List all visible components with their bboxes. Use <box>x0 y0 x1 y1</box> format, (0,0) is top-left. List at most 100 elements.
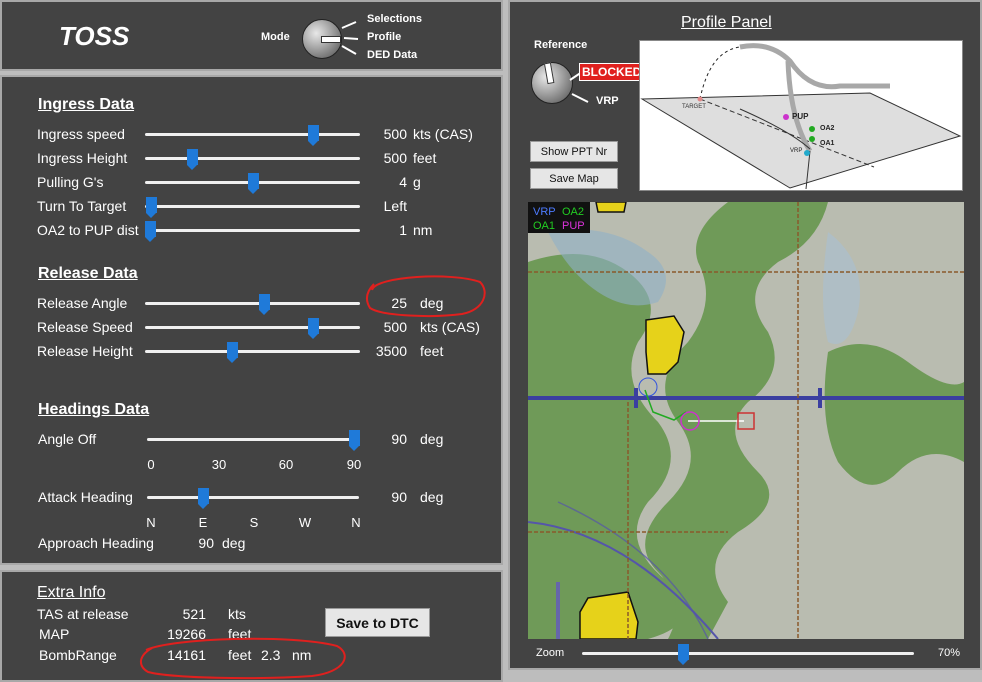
show-ppt-nr-button[interactable]: Show PPT Nr <box>530 141 618 162</box>
tas-value: 521 <box>182 606 206 622</box>
reference-label: Reference <box>534 39 588 51</box>
headings-data-heading: Headings Data <box>38 401 150 418</box>
toss-header-panel: TOSS Mode Selections Profile DED Data <box>0 0 503 71</box>
ingress-height-slider[interactable] <box>145 157 360 160</box>
attack-heading-unit: deg <box>420 489 444 505</box>
turn-to-target-label: Turn To Target <box>37 198 127 214</box>
pulling-g-label: Pulling G's <box>37 174 104 190</box>
pulling-g-unit: g <box>413 174 421 190</box>
ingress-height-thumb[interactable] <box>187 149 198 170</box>
map-legend-oa1: OA1 <box>533 220 555 232</box>
ingress-speed-label: Ingress speed <box>37 126 125 142</box>
attack-tick-s: S <box>249 515 259 530</box>
mode-option-selections[interactable]: Selections <box>367 13 422 25</box>
turn-to-target-row: Turn To Target Left <box>2 197 501 222</box>
map-legend-vrp: VRP <box>533 206 556 218</box>
tas-unit: kts <box>228 606 246 622</box>
reference-option-vrp[interactable]: VRP <box>596 95 619 107</box>
app-title: TOSS <box>59 21 130 51</box>
mode-option-profile[interactable]: Profile <box>367 31 401 43</box>
release-height-row: Release Height 3500 feet <box>2 342 501 367</box>
angle-off-tick-90: 90 <box>346 457 362 472</box>
release-speed-slider[interactable] <box>145 326 360 329</box>
pulling-g-value: 4 <box>399 174 407 190</box>
angle-off-tick-0: 0 <box>147 457 155 472</box>
approach-heading-value: 90 <box>198 535 214 551</box>
oa2-pup-thumb[interactable] <box>145 221 156 242</box>
diagram-label-oa1: OA1 <box>820 140 835 147</box>
release-data-heading: Release Data <box>38 265 138 282</box>
release-angle-thumb[interactable] <box>259 294 270 315</box>
attack-tick-n2: N <box>351 515 361 530</box>
map-legend-pup: PUP <box>562 220 585 232</box>
mode-knob[interactable] <box>302 19 342 59</box>
turn-to-target-thumb[interactable] <box>146 197 157 218</box>
release-speed-value: 500 <box>383 319 407 335</box>
ingress-data-heading: Ingress Data <box>38 96 135 113</box>
save-map-button[interactable]: Save Map <box>530 168 618 189</box>
release-height-slider[interactable] <box>145 350 360 353</box>
release-speed-row: Release Speed 500 kts (CAS) <box>2 318 501 343</box>
angle-off-tick-30: 30 <box>211 457 227 472</box>
extra-info-panel: Extra Info TAS at release 521 kts MAP 19… <box>0 570 503 682</box>
settings-panel: Ingress Data Ingress speed 500 kts (CAS)… <box>0 75 503 565</box>
zoom-thumb[interactable] <box>678 644 689 665</box>
ingress-height-value: 500 <box>383 150 407 166</box>
mode-option-ded-data[interactable]: DED Data <box>367 49 417 61</box>
angle-off-unit: deg <box>420 431 444 447</box>
release-angle-label: Release Angle <box>37 295 128 311</box>
attack-heading-label: Attack Heading <box>38 489 133 505</box>
turn-to-target-slider[interactable] <box>145 205 360 208</box>
attack-tick-n: N <box>146 515 156 530</box>
release-speed-label: Release Speed <box>37 319 133 335</box>
release-angle-slider[interactable] <box>145 302 360 305</box>
ingress-speed-unit: kts (CAS) <box>413 126 473 142</box>
oa2-pup-value: 1 <box>399 222 407 238</box>
zoom-slider[interactable] <box>582 652 914 655</box>
turn-to-target-value: Left <box>383 198 407 214</box>
diagram-label-oa2: OA2 <box>820 125 835 132</box>
angle-off-value: 90 <box>391 431 407 447</box>
ingress-speed-slider[interactable] <box>145 133 360 136</box>
profile-panel: Profile Panel Reference BLOCKED VRP Show… <box>508 0 982 670</box>
extra-info-heading: Extra Info <box>37 584 106 601</box>
map-legend-oa2: OA2 <box>562 206 584 218</box>
ingress-height-unit: feet <box>413 150 437 166</box>
angle-off-row: Angle Off 90 deg <box>2 430 501 455</box>
ingress-speed-value: 500 <box>383 126 407 142</box>
ingress-speed-row: Ingress speed 500 kts (CAS) <box>2 125 501 150</box>
zoom-label: Zoom <box>536 647 565 659</box>
release-speed-thumb[interactable] <box>308 318 319 339</box>
release-height-thumb[interactable] <box>227 342 238 363</box>
oa2-pup-row: OA2 to PUP dist 1 nm <box>2 221 501 246</box>
map-view[interactable]: VRP OA2 OA1 PUP <box>528 202 964 639</box>
approach-heading-unit: deg <box>222 535 246 551</box>
approach-heading-label: Approach Heading <box>38 535 154 551</box>
release-height-unit: feet <box>420 343 444 359</box>
attack-heading-slider[interactable] <box>147 496 359 499</box>
oa2-pup-slider[interactable] <box>145 229 360 232</box>
pulling-g-row: Pulling G's 4 g <box>2 173 501 198</box>
angle-off-slider[interactable] <box>147 438 359 441</box>
attack-heading-value: 90 <box>391 489 407 505</box>
profile-diagram: TARGET PUP OA2 OA1 VRP <box>639 40 963 191</box>
mode-label: Mode <box>261 31 290 43</box>
attack-heading-thumb[interactable] <box>198 488 209 509</box>
blocked-badge[interactable]: BLOCKED <box>579 63 645 81</box>
bomb-range-label: BombRange <box>39 647 117 663</box>
attack-tick-w: W <box>298 515 312 530</box>
diagram-label-vrp: VRP <box>790 148 802 154</box>
ingress-height-row: Ingress Height 500 feet <box>2 149 501 174</box>
zoom-value: 70% <box>938 647 961 659</box>
oa2-pup-unit: nm <box>413 222 433 238</box>
attack-tick-e: E <box>198 515 208 530</box>
diagram-label-pup: PUP <box>792 112 809 121</box>
diagram-label-target: TARGET <box>682 104 706 110</box>
pulling-g-thumb[interactable] <box>248 173 259 194</box>
attack-heading-row: Attack Heading 90 deg <box>2 488 501 513</box>
annotation-circle-release <box>365 275 486 317</box>
release-height-value: 3500 <box>375 343 407 359</box>
tas-label: TAS at release <box>37 606 129 622</box>
profile-panel-title: Profile Panel <box>681 14 772 31</box>
ingress-speed-thumb[interactable] <box>308 125 319 146</box>
